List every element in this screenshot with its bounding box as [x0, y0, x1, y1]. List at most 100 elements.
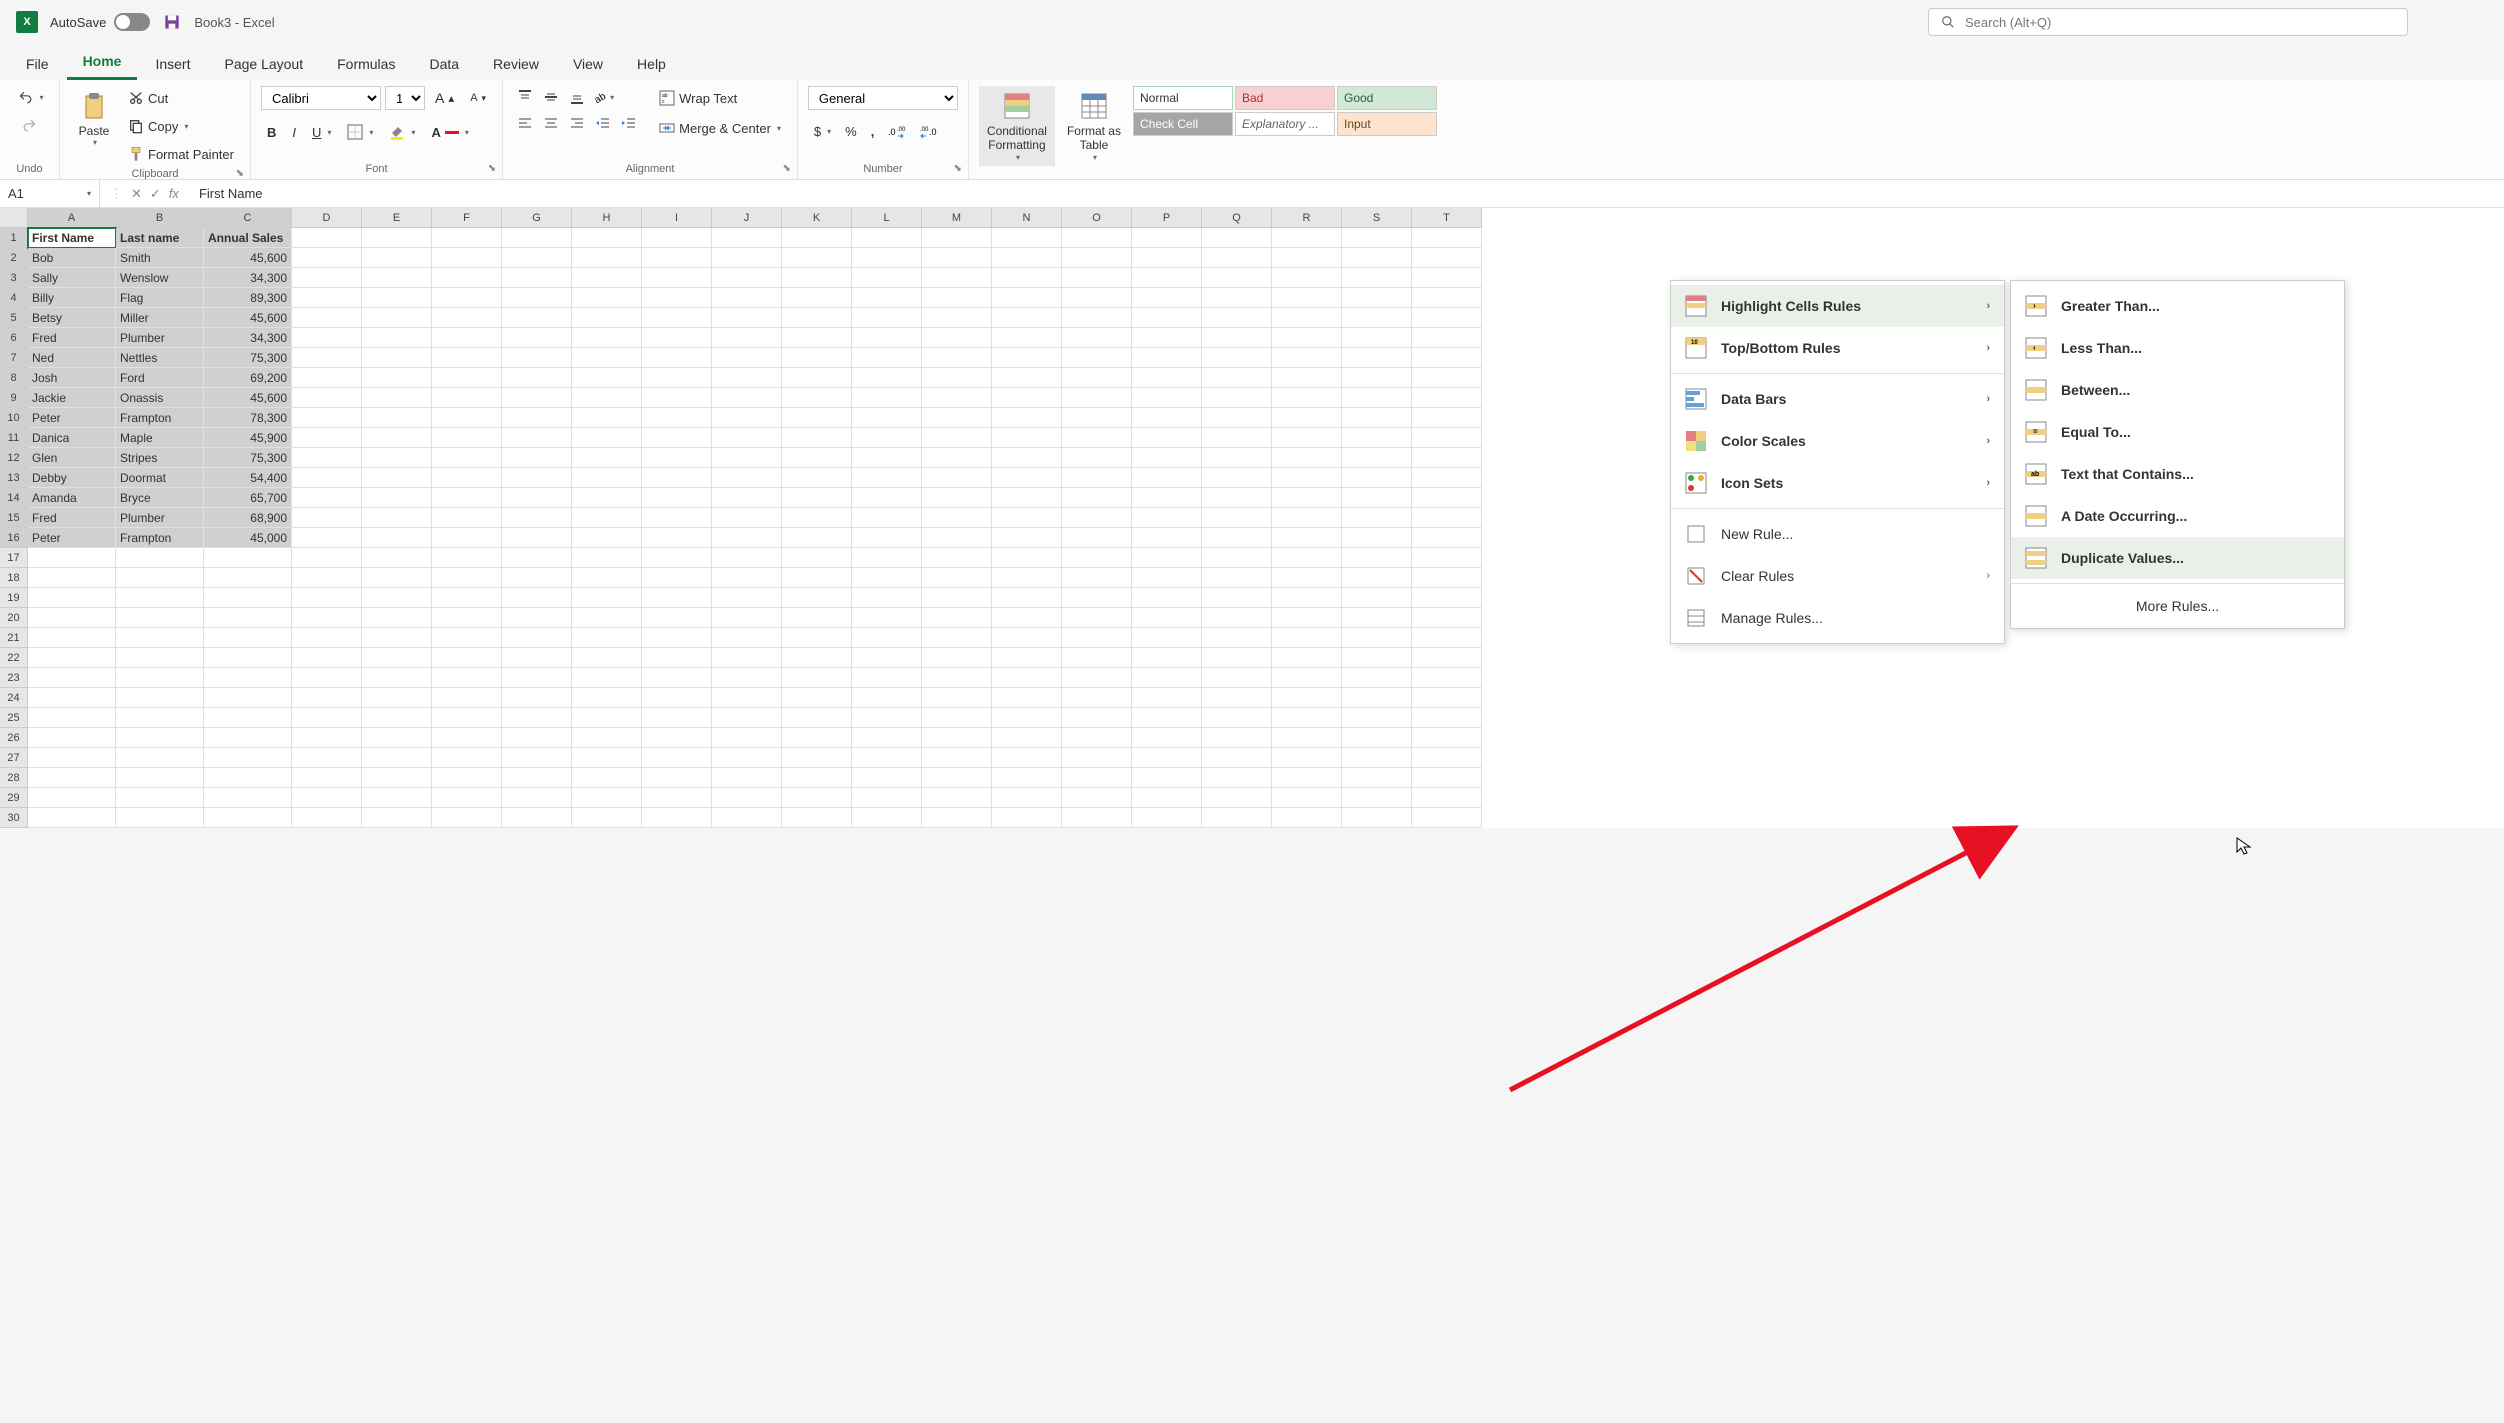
row-header-22[interactable]: 22	[0, 648, 28, 668]
cell-K16[interactable]	[782, 528, 852, 548]
cell-E23[interactable]	[362, 668, 432, 688]
cell-A29[interactable]	[28, 788, 116, 808]
cell-A4[interactable]: Billy	[28, 288, 116, 308]
cell-R17[interactable]	[1272, 548, 1342, 568]
underline-button[interactable]: U▾	[306, 121, 337, 144]
cell-R29[interactable]	[1272, 788, 1342, 808]
cell-A13[interactable]: Debby	[28, 468, 116, 488]
cell-O30[interactable]	[1062, 808, 1132, 828]
cell-N5[interactable]	[992, 308, 1062, 328]
col-header-J[interactable]: J	[712, 208, 782, 228]
cell-P30[interactable]	[1132, 808, 1202, 828]
row-header-9[interactable]: 9	[0, 388, 28, 408]
cell-L7[interactable]	[852, 348, 922, 368]
cell-B20[interactable]	[116, 608, 204, 628]
cell-L13[interactable]	[852, 468, 922, 488]
cell-M19[interactable]	[922, 588, 992, 608]
cell-E30[interactable]	[362, 808, 432, 828]
cell-F18[interactable]	[432, 568, 502, 588]
number-launcher-icon[interactable]: ⬊	[954, 163, 962, 174]
cell-R15[interactable]	[1272, 508, 1342, 528]
row-header-8[interactable]: 8	[0, 368, 28, 388]
cell-J19[interactable]	[712, 588, 782, 608]
col-header-M[interactable]: M	[922, 208, 992, 228]
cell-J7[interactable]	[712, 348, 782, 368]
cell-R23[interactable]	[1272, 668, 1342, 688]
number-format-select[interactable]: General	[808, 86, 958, 110]
cell-Q23[interactable]	[1202, 668, 1272, 688]
formula-input[interactable]: First Name	[189, 186, 2504, 201]
cell-S30[interactable]	[1342, 808, 1412, 828]
cell-T11[interactable]	[1412, 428, 1482, 448]
tab-help[interactable]: Help	[621, 48, 682, 80]
cell-B5[interactable]: Miller	[116, 308, 204, 328]
cell-Q14[interactable]	[1202, 488, 1272, 508]
cell-N19[interactable]	[992, 588, 1062, 608]
cell-G18[interactable]	[502, 568, 572, 588]
cell-J8[interactable]	[712, 368, 782, 388]
cell-D6[interactable]	[292, 328, 362, 348]
cell-B25[interactable]	[116, 708, 204, 728]
cell-H5[interactable]	[572, 308, 642, 328]
cell-C27[interactable]	[204, 748, 292, 768]
cell-G3[interactable]	[502, 268, 572, 288]
cell-S26[interactable]	[1342, 728, 1412, 748]
cell-styles-gallery[interactable]: Normal Bad Good Check Cell Explanatory .…	[1133, 86, 1437, 136]
cell-T28[interactable]	[1412, 768, 1482, 788]
cell-F10[interactable]	[432, 408, 502, 428]
select-all-corner[interactable]	[0, 208, 28, 228]
cell-J16[interactable]	[712, 528, 782, 548]
cell-D23[interactable]	[292, 668, 362, 688]
cell-I13[interactable]	[642, 468, 712, 488]
cell-M21[interactable]	[922, 628, 992, 648]
cell-P13[interactable]	[1132, 468, 1202, 488]
cell-B16[interactable]: Frampton	[116, 528, 204, 548]
tab-review[interactable]: Review	[477, 48, 555, 80]
cell-H19[interactable]	[572, 588, 642, 608]
cell-H8[interactable]	[572, 368, 642, 388]
cell-A30[interactable]	[28, 808, 116, 828]
row-header-16[interactable]: 16	[0, 528, 28, 548]
cell-N26[interactable]	[992, 728, 1062, 748]
cell-Q26[interactable]	[1202, 728, 1272, 748]
cell-I3[interactable]	[642, 268, 712, 288]
cell-A3[interactable]: Sally	[28, 268, 116, 288]
cell-E16[interactable]	[362, 528, 432, 548]
row-header-7[interactable]: 7	[0, 348, 28, 368]
cell-B21[interactable]	[116, 628, 204, 648]
cell-E8[interactable]	[362, 368, 432, 388]
cell-D22[interactable]	[292, 648, 362, 668]
cell-O24[interactable]	[1062, 688, 1132, 708]
cell-K10[interactable]	[782, 408, 852, 428]
align-middle-button[interactable]	[539, 86, 563, 108]
cell-O9[interactable]	[1062, 388, 1132, 408]
cell-P28[interactable]	[1132, 768, 1202, 788]
cell-E4[interactable]	[362, 288, 432, 308]
cell-I8[interactable]	[642, 368, 712, 388]
cell-H27[interactable]	[572, 748, 642, 768]
cell-O7[interactable]	[1062, 348, 1132, 368]
cell-F1[interactable]	[432, 228, 502, 248]
cell-P16[interactable]	[1132, 528, 1202, 548]
cell-R14[interactable]	[1272, 488, 1342, 508]
cell-K24[interactable]	[782, 688, 852, 708]
cell-T29[interactable]	[1412, 788, 1482, 808]
format-painter-button[interactable]: Format Painter	[122, 142, 240, 166]
cell-R30[interactable]	[1272, 808, 1342, 828]
cell-A6[interactable]: Fred	[28, 328, 116, 348]
cell-Q6[interactable]	[1202, 328, 1272, 348]
cell-C19[interactable]	[204, 588, 292, 608]
cell-H22[interactable]	[572, 648, 642, 668]
cell-J3[interactable]	[712, 268, 782, 288]
cell-P20[interactable]	[1132, 608, 1202, 628]
cell-T15[interactable]	[1412, 508, 1482, 528]
cell-F16[interactable]	[432, 528, 502, 548]
cell-I11[interactable]	[642, 428, 712, 448]
cell-Q9[interactable]	[1202, 388, 1272, 408]
search-box[interactable]	[1928, 8, 2408, 36]
undo-button[interactable]: ▾	[10, 86, 50, 108]
cell-S25[interactable]	[1342, 708, 1412, 728]
cell-D11[interactable]	[292, 428, 362, 448]
row-header-23[interactable]: 23	[0, 668, 28, 688]
cell-S7[interactable]	[1342, 348, 1412, 368]
